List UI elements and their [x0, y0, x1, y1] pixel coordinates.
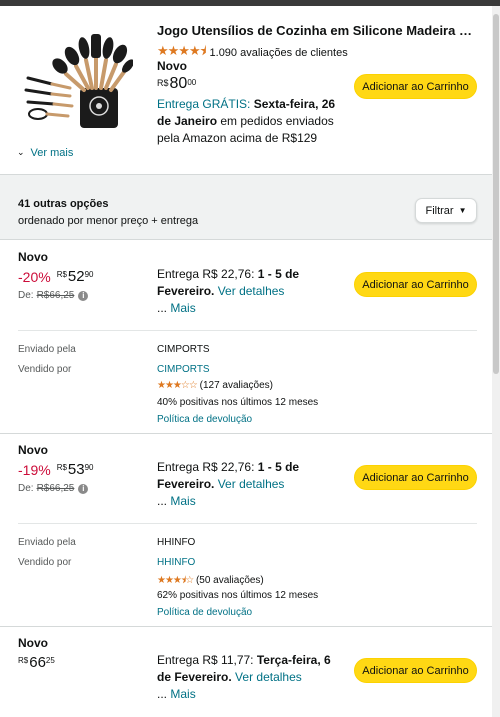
- sold-by-label: Vendido por: [18, 364, 72, 375]
- delivery-cost: Entrega R$ 22,76:: [157, 267, 255, 281]
- shipped-by-value: HHINFO: [157, 537, 196, 548]
- divider: [18, 330, 477, 331]
- offer-card: Novo -20% R$ 52 90 De: R$66,25 i Entrega…: [0, 240, 492, 433]
- more-link[interactable]: ... Mais: [157, 494, 196, 508]
- offer-price: -19% R$ 53 90: [18, 461, 94, 479]
- price-whole: 52: [67, 268, 85, 285]
- delivery-cost: Entrega R$ 22,76:: [157, 460, 255, 474]
- offer-delivery: Entrega R$ 22,76: 1 - 5 de Fevereiro. Ve…: [157, 266, 332, 300]
- price-currency: R$: [56, 463, 67, 472]
- free-delivery-link[interactable]: Entrega GRÁTIS:: [157, 97, 250, 111]
- add-to-cart-button[interactable]: Adicionar ao Carrinho: [354, 74, 477, 99]
- add-to-cart-button[interactable]: Adicionar ao Carrinho: [354, 465, 477, 490]
- sold-by-label: Vendido por: [18, 557, 72, 568]
- seller-rating[interactable]: ★★★☆☆ (127 avaliações): [157, 380, 273, 391]
- product-delivery: Entrega GRÁTIS: Sexta-feira, 26 de Janei…: [157, 96, 342, 147]
- offer-condition: Novo: [18, 443, 48, 457]
- seller-positive: 62% positivas nos últimos 12 meses: [157, 590, 319, 601]
- was-price-value: R$66,25: [36, 290, 75, 301]
- ellipsis: ...: [157, 494, 168, 508]
- seller-link[interactable]: HHINFO: [157, 557, 195, 568]
- delivery-cost: Entrega R$ 11,77:: [157, 653, 254, 667]
- price-currency: R$: [157, 78, 169, 88]
- rating-count: 1.090 avaliações de clientes: [209, 47, 348, 59]
- price-fraction: 00: [187, 78, 197, 87]
- rating-stars-icon: ★★★☆☆: [157, 380, 198, 391]
- was-label: De:: [18, 290, 34, 301]
- ellipsis: ...: [157, 301, 168, 315]
- price-whole: 80: [169, 75, 188, 92]
- was-price-value: R$66,25: [36, 483, 75, 494]
- see-more-link[interactable]: ⌄ Ver mais: [17, 146, 74, 160]
- offer-was-price: De: R$66,25 i: [18, 483, 89, 494]
- shipped-by-label: Enviado pela: [18, 537, 76, 548]
- more-label: Mais: [170, 687, 196, 701]
- product-title[interactable]: Jogo Utensílios de Cozinha em Silicone M…: [157, 23, 477, 38]
- price-fraction: 25: [45, 656, 55, 665]
- chevron-down-icon: ▼: [458, 206, 467, 215]
- price-whole: 53: [67, 461, 85, 478]
- seller-rating-count: (127 avaliações): [199, 380, 273, 391]
- shipped-by-value: CIMPORTS: [157, 344, 210, 355]
- offer-card: Novo R$ 66 25 Entrega R$ 11,77: Terça-fe…: [0, 626, 492, 717]
- more-label: Mais: [170, 494, 196, 508]
- more-label: Mais: [170, 301, 196, 315]
- options-count: 41 outras opções: [18, 198, 109, 210]
- offer-delivery: Entrega R$ 11,77: Terça-feira, 6 de Feve…: [157, 652, 332, 686]
- price-fraction: 90: [84, 463, 94, 472]
- seller-link[interactable]: CIMPORTS: [157, 364, 210, 375]
- offer-card: Novo -19% R$ 53 90 De: R$66,25 i Entrega…: [0, 433, 492, 626]
- scrollbar-thumb[interactable]: [493, 14, 499, 374]
- ellipsis: ...: [157, 687, 168, 701]
- more-link[interactable]: ... Mais: [157, 687, 196, 701]
- offer-price: R$ 66 25: [18, 654, 55, 672]
- product-summary: Jogo Utensílios de Cozinha em Silicone M…: [0, 6, 492, 168]
- seller-rating[interactable]: ★★★⯨☆ (50 avaliações): [157, 573, 264, 590]
- info-icon[interactable]: i: [78, 483, 89, 494]
- price-currency: R$: [18, 656, 29, 665]
- offer-price: -20% R$ 52 90: [18, 268, 94, 286]
- see-more-label: Ver mais: [30, 147, 74, 159]
- scrollbar[interactable]: [492, 6, 500, 717]
- price-fraction: 90: [84, 270, 94, 279]
- filter-label: Filtrar: [425, 204, 454, 217]
- seller-rating-count: (50 avaliações): [195, 575, 264, 586]
- offers-panel: Jogo Utensílios de Cozinha em Silicone M…: [0, 6, 492, 717]
- rating-stars-icon: ★★★⯨☆: [157, 575, 194, 586]
- product-image[interactable]: [18, 18, 134, 133]
- options-sort: ordenado por menor preço + entrega: [18, 215, 199, 227]
- offer-condition: Novo: [18, 636, 48, 650]
- was-label: De:: [18, 483, 34, 494]
- offer-discount: -20%: [18, 269, 51, 285]
- seller-positive: 40% positivas nos últimos 12 meses: [157, 397, 319, 408]
- price-currency: R$: [56, 270, 67, 279]
- offer-discount: -19%: [18, 462, 51, 478]
- price-whole: 66: [29, 654, 46, 671]
- see-details-link[interactable]: Ver detalhes: [218, 284, 285, 298]
- offer-condition: Novo: [18, 250, 48, 264]
- product-price: R$ 80 00: [157, 75, 196, 93]
- more-link[interactable]: ... Mais: [157, 301, 196, 315]
- info-icon[interactable]: i: [78, 290, 89, 301]
- see-details-link[interactable]: Ver detalhes: [218, 477, 285, 491]
- filter-button[interactable]: Filtrar ▼: [415, 198, 477, 223]
- divider: [18, 523, 477, 524]
- see-details-link[interactable]: Ver detalhes: [235, 670, 302, 684]
- add-to-cart-button[interactable]: Adicionar ao Carrinho: [354, 658, 477, 683]
- options-header: 41 outras opções ordenado por menor preç…: [0, 174, 492, 240]
- return-policy-link[interactable]: Política de devolução: [157, 607, 252, 618]
- return-policy-link[interactable]: Política de devolução: [157, 414, 252, 425]
- shipped-by-label: Enviado pela: [18, 344, 76, 355]
- chevron-down-icon: ⌄: [17, 146, 25, 157]
- add-to-cart-button[interactable]: Adicionar ao Carrinho: [354, 272, 477, 297]
- offer-was-price: De: R$66,25 i: [18, 290, 89, 301]
- offer-delivery: Entrega R$ 22,76: 1 - 5 de Fevereiro. Ve…: [157, 459, 332, 493]
- product-condition: Novo: [157, 59, 187, 73]
